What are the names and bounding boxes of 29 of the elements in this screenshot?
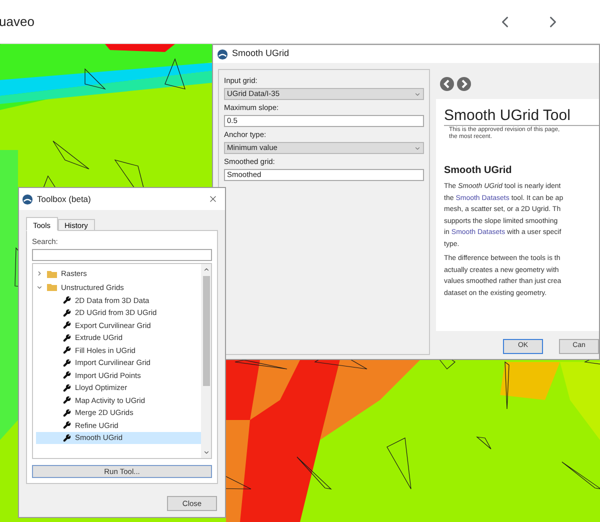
page-title: uaveo: [0, 12, 36, 31]
wrench-icon: [63, 408, 71, 417]
search-field[interactable]: [32, 249, 212, 261]
scrollbar[interactable]: [201, 264, 211, 458]
caret-icon: [414, 90, 421, 98]
wrench-icon: [63, 358, 71, 367]
wrench-icon: [63, 421, 71, 430]
close-icon[interactable]: [208, 194, 218, 204]
wrench-icon: [63, 396, 71, 404]
wrench-icon: [63, 334, 71, 342]
app-logo-icon: [22, 194, 33, 204]
app-logo-icon: [217, 48, 228, 60]
window-title: Smooth UGrid: [232, 47, 290, 60]
wrench-icon: [63, 384, 71, 392]
scroll-thumb[interactable]: [202, 276, 210, 386]
caret-icon: [414, 144, 421, 152]
window-title: Toolbox (beta): [37, 192, 92, 206]
wrench-icon: [63, 434, 71, 442]
scroll-down-icon[interactable]: [202, 449, 210, 456]
wrench-icon: [63, 321, 71, 330]
wrench-icon: [63, 308, 71, 317]
help-heading: Smooth UGrid: [444, 164, 512, 178]
wrench-icon: [63, 346, 71, 354]
scroll-up-icon[interactable]: [202, 266, 210, 273]
collapsed-chevron-icon[interactable]: [36, 270, 43, 278]
expanded-chevron-icon[interactable]: [36, 284, 43, 291]
wrench-icon: [63, 371, 71, 380]
help-title: Smooth UGrid Tool: [444, 107, 599, 126]
wrench-icon: [63, 296, 71, 304]
